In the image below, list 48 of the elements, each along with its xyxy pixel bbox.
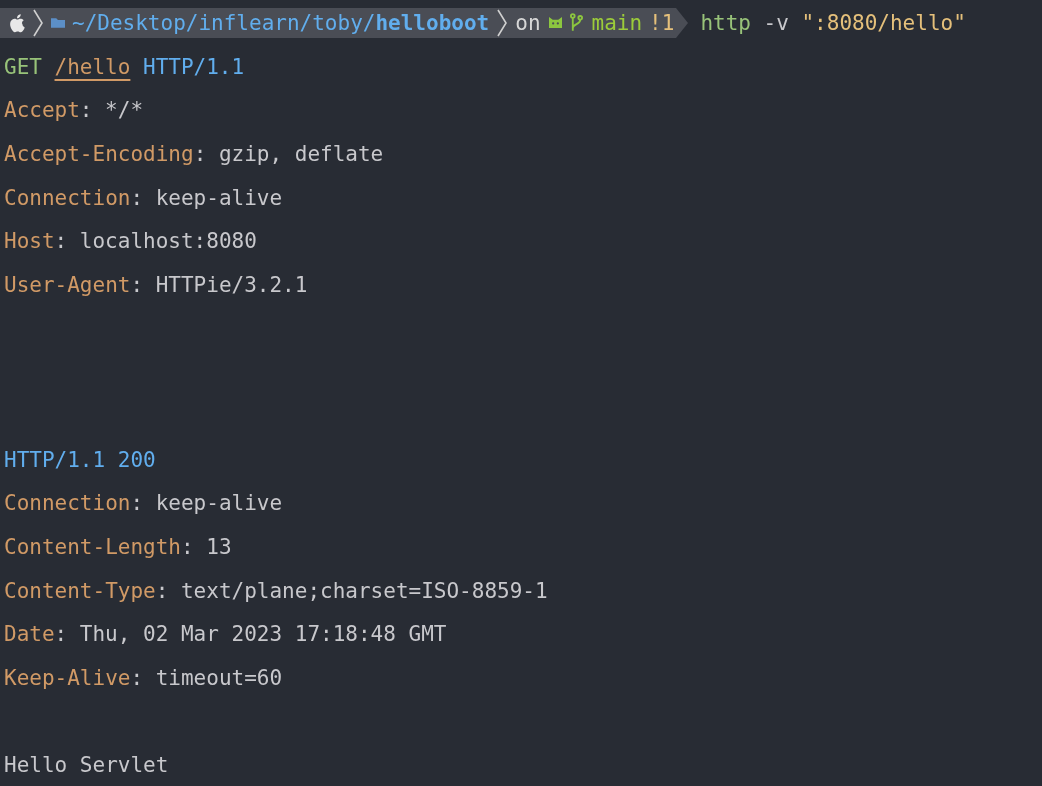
header-value: */* <box>105 98 144 123</box>
apple-icon <box>8 12 25 33</box>
command-argument: ":8080/hello" <box>801 10 966 35</box>
header-value: timeout=60 <box>155 666 283 691</box>
colon: : <box>130 666 144 691</box>
command-option: -v <box>763 10 789 35</box>
branch-icon <box>569 13 583 33</box>
header-name: Connection <box>4 491 131 516</box>
cat-icon <box>547 16 563 30</box>
colon: : <box>181 535 194 560</box>
header-value: 13 <box>206 535 232 560</box>
prompt-text: on <box>515 10 541 35</box>
colon: : <box>79 98 93 123</box>
header-name: Date <box>4 622 55 647</box>
current-directory: ~/Desktop/inflearn/toby/helloboot <box>72 10 490 35</box>
colon: : <box>54 229 68 254</box>
colon: : <box>155 578 169 603</box>
header-value: HTTPie/3.2.1 <box>155 272 308 297</box>
colon: : <box>130 272 144 297</box>
header-name: Accept-Encoding <box>4 141 194 166</box>
header-value: Thu, 02 Mar 2023 17:18:48 GMT <box>79 622 447 647</box>
header-value: keep-alive <box>155 491 283 516</box>
chevron-icon <box>32 7 44 38</box>
header-name: Content-Length <box>4 535 181 560</box>
colon: : <box>193 141 207 166</box>
colon: : <box>130 185 144 210</box>
folder-icon <box>51 17 65 29</box>
http-version: HTTP/1.1 <box>143 54 245 79</box>
header-name: User-Agent <box>4 272 131 297</box>
command-name: http <box>700 10 751 35</box>
git-status: !1 <box>649 10 675 35</box>
header-name: Content-Type <box>4 578 156 603</box>
colon: : <box>54 622 68 647</box>
header-name: Accept <box>4 98 80 123</box>
header-value: gzip, deflate <box>218 141 384 166</box>
colon: : <box>130 491 144 516</box>
request-path: /hello <box>54 54 131 79</box>
chevron-icon <box>496 7 509 38</box>
header-value: keep-alive <box>155 185 283 210</box>
header-value: localhost:8080 <box>79 229 257 254</box>
request-method: GET <box>4 54 42 79</box>
response-status: HTTP/1.1 200 <box>4 447 156 472</box>
header-value: text/plane;charset=ISO-8859-1 <box>180 578 548 603</box>
header-name: Connection <box>4 185 131 210</box>
git-branch: main <box>591 10 643 35</box>
header-name: Keep-Alive <box>4 666 131 691</box>
response-body: Hello Servlet <box>4 753 169 778</box>
header-name: Host <box>4 229 55 254</box>
